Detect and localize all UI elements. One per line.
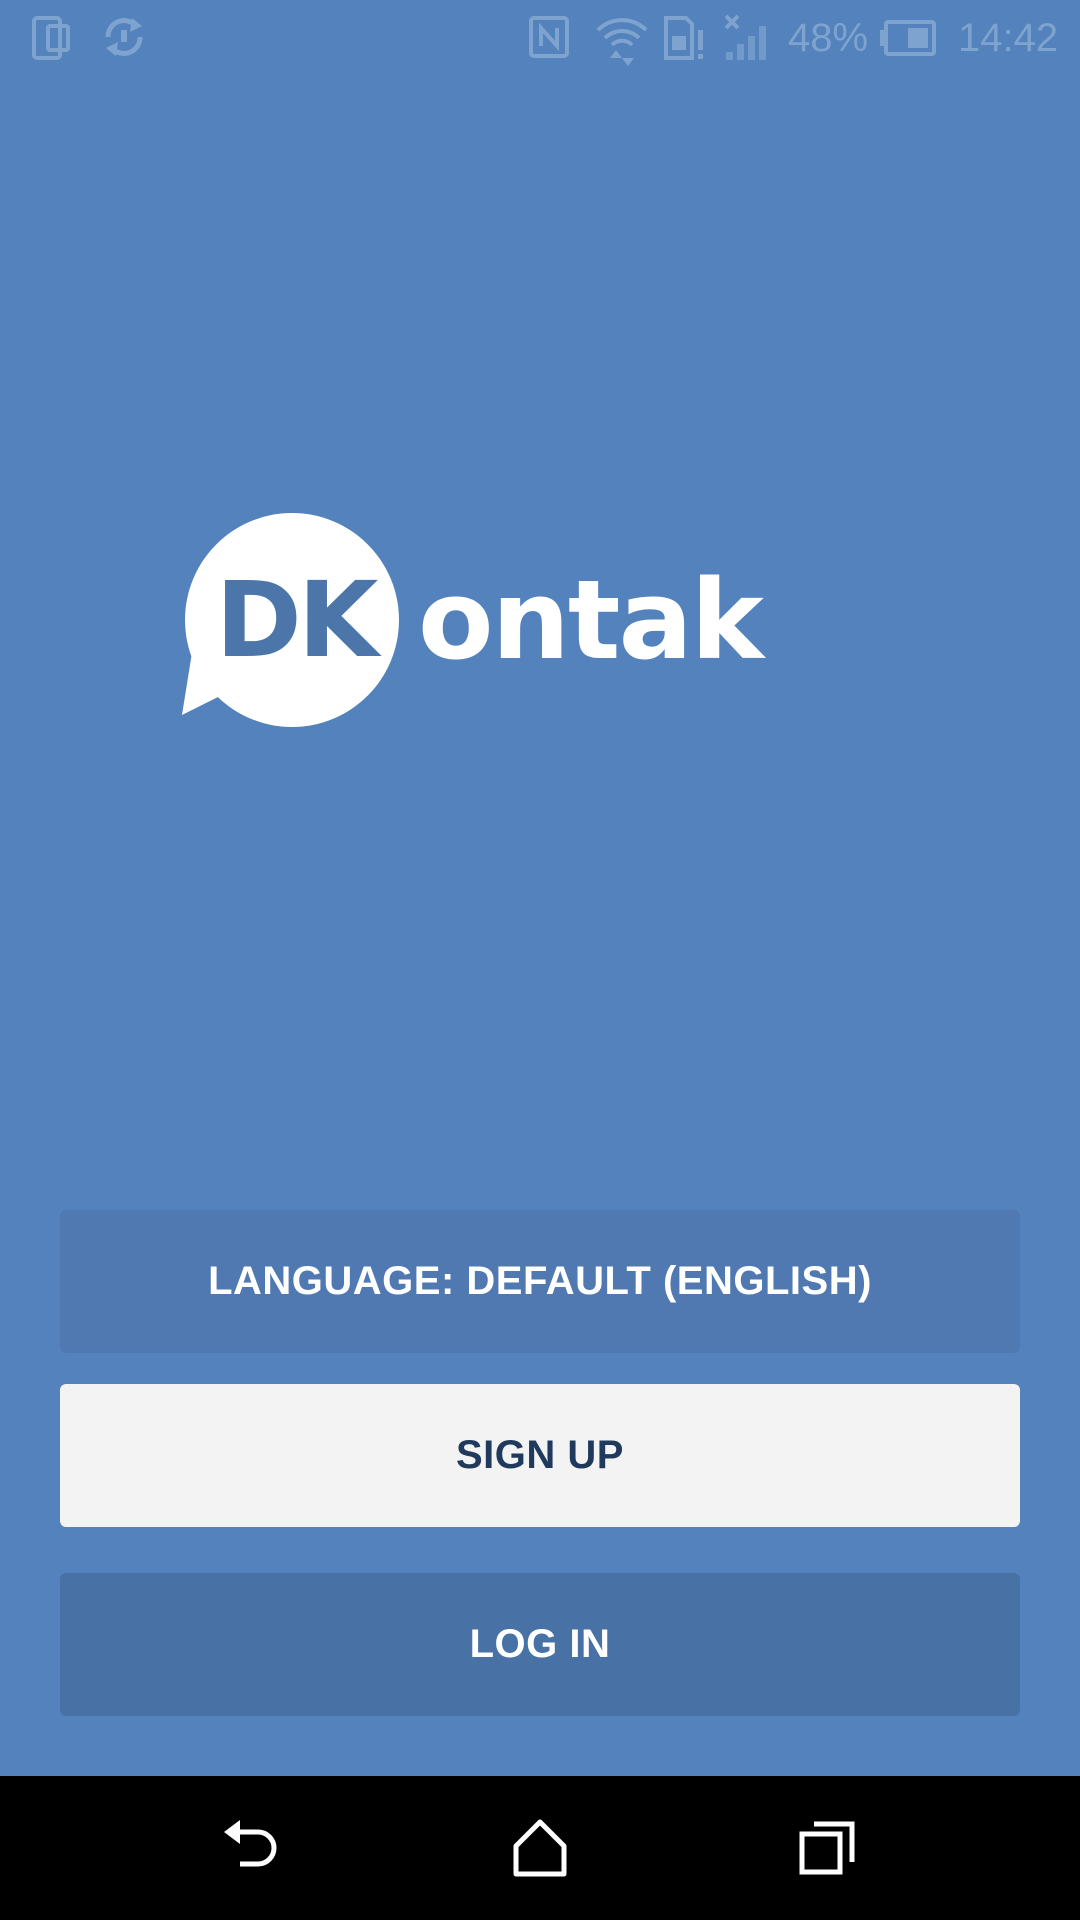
back-icon[interactable] — [220, 1816, 284, 1880]
nfc-icon — [528, 12, 572, 62]
recents-icon[interactable] — [796, 1816, 860, 1880]
phone-screen-icon — [30, 12, 74, 62]
home-icon[interactable] — [508, 1816, 572, 1880]
sign-up-button[interactable]: SIGN UP — [60, 1384, 1020, 1527]
status-bar: 48% 14:42 — [0, 0, 1080, 75]
battery-icon — [878, 18, 938, 58]
sim-alert-icon — [662, 12, 706, 64]
login-screen: 48% 14:42 DK ontak LANGUAGE: DEFAULT (EN… — [0, 0, 1080, 1920]
navigation-bar — [0, 1776, 1080, 1920]
battery-percent: 48% — [788, 16, 869, 60]
app-logo: DK ontak — [182, 510, 782, 730]
sync-icon — [100, 12, 148, 62]
clock: 14:42 — [958, 16, 1059, 60]
logo-wordmark: ontak — [418, 556, 764, 684]
logo-mark: DK — [215, 559, 379, 681]
wifi-icon — [594, 12, 650, 66]
no-signal-icon — [722, 12, 774, 64]
log-in-button[interactable]: LOG IN — [60, 1573, 1020, 1716]
language-button[interactable]: LANGUAGE: DEFAULT (ENGLISH) — [60, 1210, 1020, 1353]
